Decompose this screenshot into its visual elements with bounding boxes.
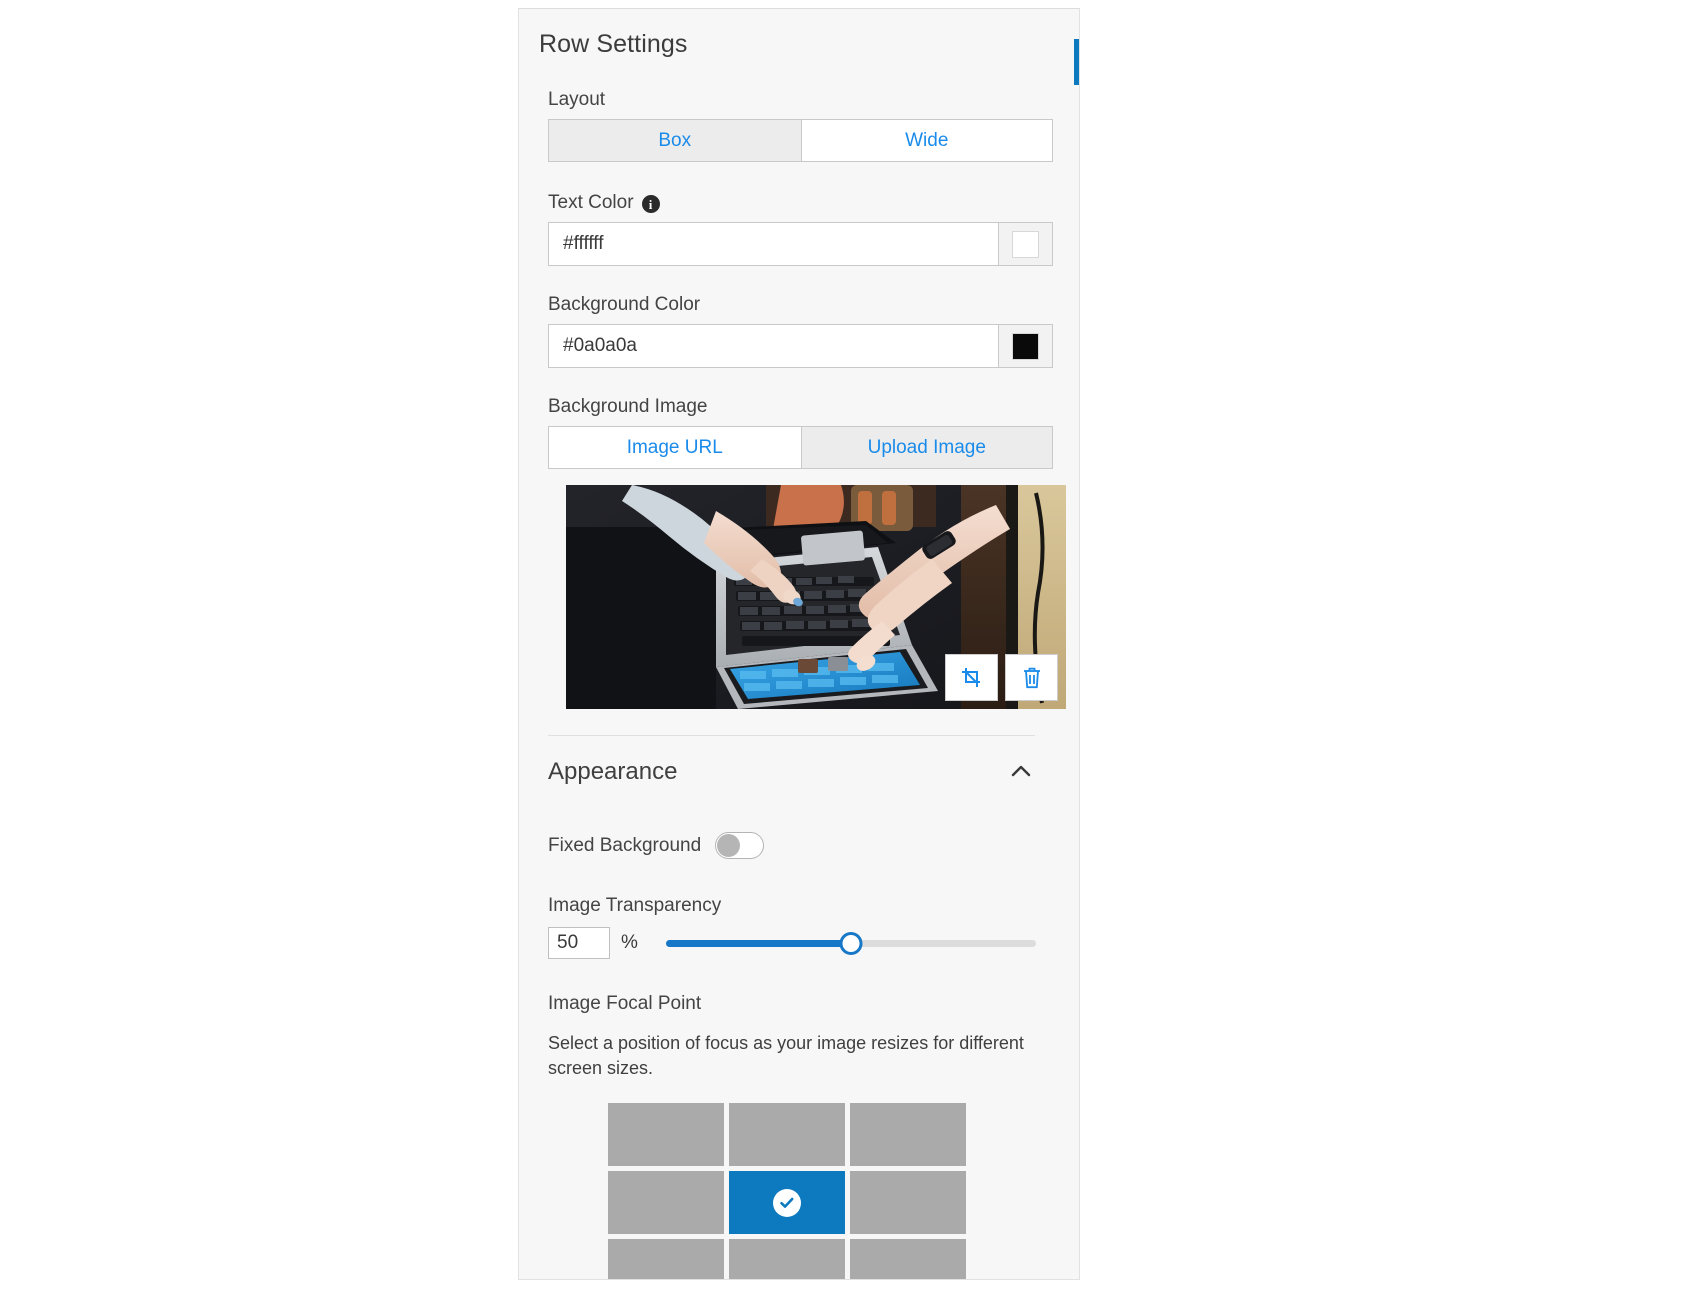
crop-icon — [960, 666, 984, 690]
background-color-swatch-button[interactable] — [998, 325, 1052, 367]
image-focal-point-label: Image Focal Point — [548, 993, 1053, 1015]
focal-point-cell-middle-center[interactable] — [729, 1171, 845, 1234]
image-transparency-label: Image Transparency — [548, 895, 1053, 917]
section-divider — [548, 735, 1035, 736]
check-circle — [773, 1189, 801, 1217]
image-focal-point-block: Image Focal Point Select a position of f… — [548, 993, 1053, 1280]
text-color-label: Text Color i — [548, 192, 1053, 214]
fixed-background-row: Fixed Background — [548, 832, 1053, 859]
layout-option-wide-label: Wide — [905, 130, 948, 152]
focal-point-cell-middle-right[interactable] — [850, 1171, 966, 1234]
layout-label: Layout — [548, 89, 1053, 111]
layout-option-box[interactable]: Box — [549, 120, 801, 161]
image-transparency-label-text: Image Transparency — [548, 895, 721, 917]
focal-point-cell-bottom-right[interactable] — [850, 1239, 966, 1280]
focal-point-cell-top-left[interactable] — [608, 1103, 724, 1166]
focal-point-cell-top-right[interactable] — [850, 1103, 966, 1166]
text-color-swatch — [1012, 231, 1039, 258]
page-title: Row Settings — [539, 30, 1075, 59]
toggle-knob — [717, 834, 740, 857]
background-color-swatch — [1012, 333, 1039, 360]
layout-option-box-label: Box — [658, 130, 691, 152]
image-transparency-unit: % — [621, 932, 638, 954]
background-image-label-text: Background Image — [548, 396, 708, 418]
trash-icon — [1021, 666, 1043, 690]
image-focal-point-label-text: Image Focal Point — [548, 993, 701, 1015]
background-color-label-text: Background Color — [548, 294, 700, 316]
image-transparency-slider[interactable] — [666, 933, 1036, 953]
text-color-label-text: Text Color — [548, 192, 634, 214]
background-color-input[interactable] — [549, 325, 998, 367]
background-image-option-url[interactable]: Image URL — [549, 427, 801, 468]
screen-root: Row Settings Layout Box Wide Text Color — [0, 0, 1704, 1290]
fixed-background-label: Fixed Background — [548, 835, 701, 857]
image-transparency-block: Image Transparency % — [548, 895, 1053, 959]
background-image-option-upload[interactable]: Upload Image — [801, 427, 1053, 468]
background-color-field — [548, 324, 1053, 368]
background-color-label: Background Color — [548, 294, 1053, 316]
slider-thumb[interactable] — [839, 932, 862, 955]
focal-point-cell-middle-left[interactable] — [608, 1171, 724, 1234]
focal-point-cell-top-center[interactable] — [729, 1103, 845, 1166]
check-icon — [778, 1194, 796, 1212]
info-icon[interactable]: i — [642, 195, 660, 213]
background-image-option-url-label: Image URL — [627, 437, 723, 459]
background-image-segmented-control: Image URL Upload Image — [548, 426, 1053, 469]
layout-segmented-control: Box Wide — [548, 119, 1053, 162]
image-action-buttons — [945, 654, 1058, 701]
image-transparency-input[interactable] — [548, 927, 610, 959]
slider-fill — [666, 940, 851, 947]
text-color-field — [548, 222, 1053, 266]
chevron-up-icon[interactable] — [1007, 758, 1035, 786]
row-settings-panel: Row Settings Layout Box Wide Text Color — [518, 8, 1080, 1280]
layout-option-wide[interactable]: Wide — [801, 120, 1053, 161]
appearance-section-header[interactable]: Appearance — [548, 758, 1053, 786]
appearance-title: Appearance — [548, 758, 677, 786]
background-image-label: Background Image — [548, 396, 1053, 418]
text-color-swatch-button[interactable] — [998, 223, 1052, 265]
image-focal-point-description: Select a position of focus as your image… — [548, 1031, 1048, 1081]
background-image-preview — [566, 485, 1066, 709]
layout-label-text: Layout — [548, 89, 605, 111]
text-color-input[interactable] — [549, 223, 998, 265]
focal-point-cell-bottom-left[interactable] — [608, 1239, 724, 1280]
focal-point-cell-bottom-center[interactable] — [729, 1239, 845, 1280]
fixed-background-toggle[interactable] — [715, 832, 764, 859]
image-focal-point-grid — [608, 1103, 966, 1280]
delete-image-button[interactable] — [1005, 654, 1058, 701]
crop-image-button[interactable] — [945, 654, 998, 701]
background-image-option-upload-label: Upload Image — [868, 437, 986, 459]
